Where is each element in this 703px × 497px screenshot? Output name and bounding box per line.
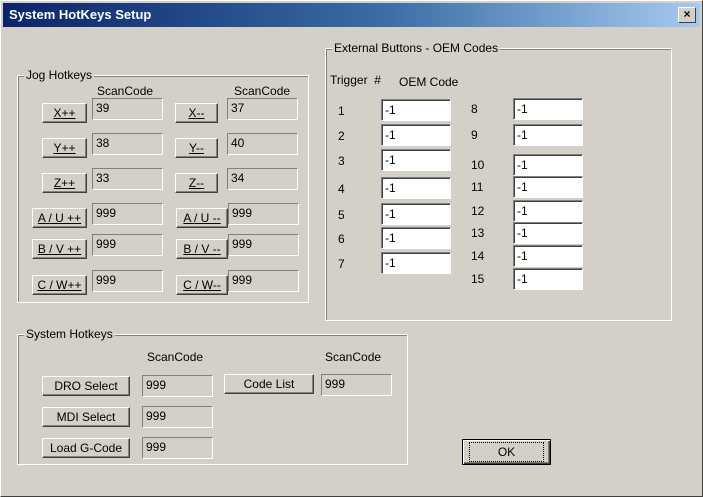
jog-x-plus-button[interactable]: X++ bbox=[42, 103, 87, 123]
jog-hotkeys-legend: Jog Hotkeys bbox=[24, 68, 95, 82]
dro-select-button[interactable]: DRO Select bbox=[42, 376, 130, 396]
close-button[interactable]: × bbox=[678, 7, 696, 23]
jog-c-w-minus-scancode: 999 bbox=[228, 270, 299, 292]
jog-hotkeys-group: Jog Hotkeys ScanCode ScanCode X++ 39 X-- 37… bbox=[17, 68, 309, 303]
hotkeys-dialog: System HotKeys Setup × Jog Hotkeys ScanC… bbox=[0, 0, 703, 497]
oem-code-input-7[interactable] bbox=[381, 252, 451, 274]
jog-z-plus-button-label: Z++ bbox=[53, 175, 76, 190]
system-hotkeys-legend: System Hotkeys bbox=[24, 327, 115, 341]
jog-c-w-plus-button-label: C / W++ bbox=[37, 277, 82, 292]
trigger-number-label: 6 bbox=[338, 232, 345, 246]
jog-y-minus-button[interactable]: Y-- bbox=[175, 138, 218, 158]
jog-b-v-minus-scancode: 999 bbox=[228, 234, 299, 256]
trigger-number-label: 9 bbox=[471, 128, 478, 142]
system-scancode-header-right: ScanCode bbox=[325, 350, 382, 364]
jog-z-minus-scancode: 34 bbox=[227, 168, 298, 190]
oem-code-input-4[interactable] bbox=[381, 177, 451, 199]
trigger-number-label: 3 bbox=[338, 154, 345, 168]
mdi-select-scancode: 999 bbox=[142, 406, 213, 428]
jog-c-w-minus-button-label: C / W-- bbox=[183, 277, 221, 292]
jog-x-plus-button-label: X++ bbox=[53, 105, 76, 120]
trigger-number-label: 14 bbox=[471, 249, 485, 263]
jog-x-minus-button-label: X-- bbox=[188, 105, 205, 120]
jog-scancode-header-left: ScanCode bbox=[97, 84, 154, 98]
jog-a-u-plus-button-label: A / U ++ bbox=[37, 210, 82, 225]
trigger-number-label: 1 bbox=[338, 104, 345, 118]
jog-a-u-plus-scancode: 999 bbox=[92, 203, 163, 225]
jog-a-u-minus-button[interactable]: A / U -- bbox=[176, 208, 228, 228]
jog-c-w-plus-button[interactable]: C / W++ bbox=[32, 275, 87, 295]
code-list-button[interactable]: Code List bbox=[224, 374, 314, 394]
jog-a-u-minus-button-label: A / U -- bbox=[183, 210, 221, 225]
trigger-number-header: Trigger # bbox=[330, 73, 381, 87]
jog-y-plus-button-label: Y++ bbox=[53, 140, 76, 155]
title-bar[interactable]: System HotKeys Setup × bbox=[3, 3, 700, 27]
jog-x-minus-scancode: 37 bbox=[227, 98, 298, 120]
load-gcode-button[interactable]: Load G-Code bbox=[42, 438, 130, 458]
jog-z-plus-button[interactable]: Z++ bbox=[42, 173, 87, 193]
jog-z-minus-button-label: Z-- bbox=[188, 175, 205, 190]
jog-y-minus-scancode: 40 bbox=[227, 133, 298, 155]
ok-button-label: OK bbox=[468, 442, 545, 462]
oem-code-input-14[interactable] bbox=[513, 245, 583, 267]
jog-y-plus-scancode: 38 bbox=[92, 133, 163, 155]
mdi-select-button[interactable]: MDI Select bbox=[42, 407, 130, 427]
oem-code-input-11[interactable] bbox=[513, 176, 583, 198]
trigger-number-label: 2 bbox=[338, 129, 345, 143]
jog-b-v-plus-button[interactable]: B / V ++ bbox=[32, 239, 87, 259]
jog-b-v-plus-scancode: 999 bbox=[92, 234, 163, 256]
jog-y-minus-button-label: Y-- bbox=[189, 140, 204, 155]
jog-b-v-minus-button[interactable]: B / V -- bbox=[176, 239, 228, 259]
oem-code-input-6[interactable] bbox=[381, 227, 451, 249]
oem-code-input-5[interactable] bbox=[381, 203, 451, 225]
ok-button[interactable]: OK bbox=[462, 439, 551, 465]
window-title: System HotKeys Setup bbox=[9, 7, 152, 22]
trigger-number-label: 5 bbox=[338, 208, 345, 222]
oem-code-header: OEM Code bbox=[399, 75, 459, 89]
trigger-number-label: 12 bbox=[471, 204, 485, 218]
trigger-number-label: 4 bbox=[338, 182, 345, 196]
oem-code-input-2[interactable] bbox=[381, 124, 451, 146]
trigger-number-label: 13 bbox=[471, 226, 485, 240]
oem-code-input-3[interactable] bbox=[381, 149, 451, 171]
code-list-scancode: 999 bbox=[321, 374, 392, 396]
jog-x-minus-button[interactable]: X-- bbox=[175, 103, 218, 123]
jog-b-v-plus-button-label: B / V ++ bbox=[37, 241, 82, 256]
dro-select-scancode: 999 bbox=[142, 375, 213, 397]
system-scancode-header-left: ScanCode bbox=[147, 350, 204, 364]
close-icon[interactable]: × bbox=[683, 7, 690, 21]
oem-code-input-13[interactable] bbox=[513, 222, 583, 244]
jog-x-plus-scancode: 39 bbox=[92, 98, 163, 120]
oem-code-input-12[interactable] bbox=[513, 200, 583, 222]
external-buttons-legend: External Buttons - OEM Codes bbox=[332, 41, 501, 55]
trigger-number-label: 10 bbox=[471, 158, 485, 172]
jog-c-w-minus-button[interactable]: C / W-- bbox=[176, 275, 228, 295]
jog-z-minus-button[interactable]: Z-- bbox=[175, 173, 218, 193]
jog-c-w-plus-scancode: 999 bbox=[92, 270, 163, 292]
oem-code-input-1[interactable] bbox=[381, 99, 451, 121]
jog-a-u-minus-scancode: 999 bbox=[228, 203, 299, 225]
oem-code-input-15[interactable] bbox=[513, 268, 583, 290]
trigger-number-label: 7 bbox=[338, 257, 345, 271]
jog-a-u-plus-button[interactable]: A / U ++ bbox=[32, 208, 87, 228]
jog-y-plus-button[interactable]: Y++ bbox=[42, 138, 87, 158]
jog-b-v-minus-button-label: B / V -- bbox=[183, 241, 221, 256]
jog-z-plus-scancode: 33 bbox=[92, 168, 163, 190]
trigger-number-label: 8 bbox=[471, 102, 478, 116]
trigger-number-label: 15 bbox=[471, 272, 485, 286]
jog-scancode-header-right: ScanCode bbox=[234, 84, 291, 98]
load-gcode-scancode: 999 bbox=[142, 437, 213, 459]
trigger-number-label: 11 bbox=[471, 180, 484, 194]
oem-code-input-10[interactable] bbox=[513, 154, 583, 176]
system-hotkeys-group: System Hotkeys ScanCode ScanCode DRO Sel… bbox=[17, 327, 408, 465]
external-buttons-group: External Buttons - OEM Codes Trigger # O… bbox=[325, 41, 672, 321]
oem-code-input-9[interactable] bbox=[513, 124, 583, 146]
oem-code-input-8[interactable] bbox=[513, 98, 583, 120]
